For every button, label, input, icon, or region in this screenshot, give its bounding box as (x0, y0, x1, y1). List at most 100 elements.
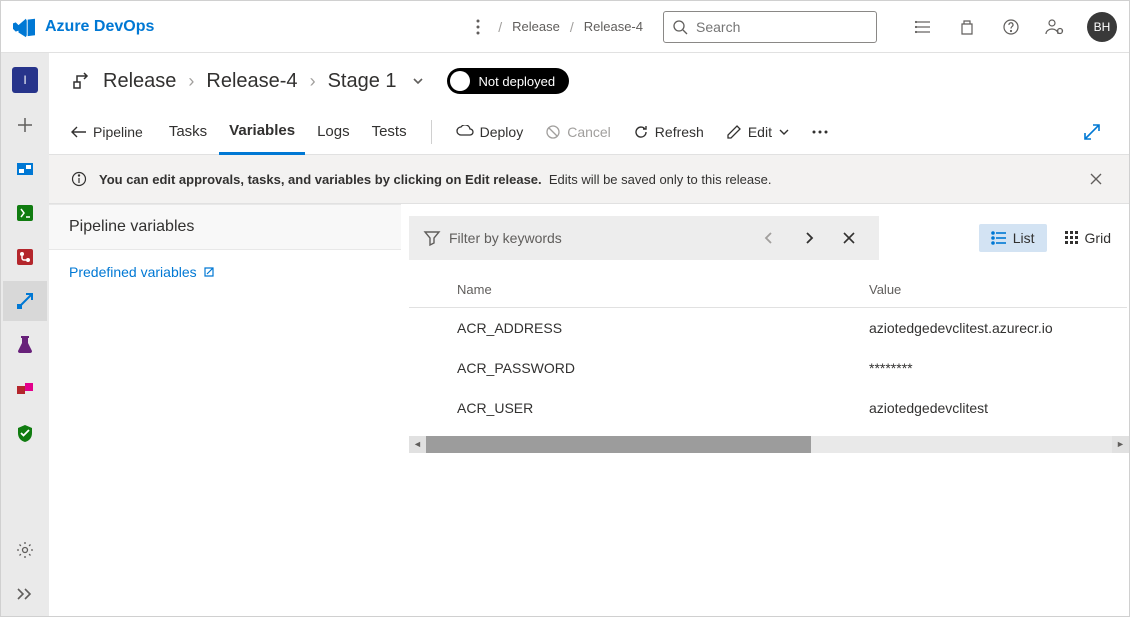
back-to-pipeline[interactable]: Pipeline (71, 124, 143, 140)
col-header-name[interactable]: Name (457, 282, 869, 297)
breadcrumb-release-4[interactable]: Release-4 (584, 19, 643, 34)
filter-next-icon[interactable] (793, 222, 825, 254)
pill-knob (450, 71, 470, 91)
nav-compliance[interactable] (3, 413, 47, 453)
main-content: Release › Release-4 › Stage 1 Not deploy… (49, 53, 1129, 616)
info-icon (71, 171, 87, 187)
toolbar-separator (431, 120, 432, 144)
deploy-status-text: Not deployed (479, 74, 556, 89)
deploy-button[interactable]: Deploy (446, 109, 534, 154)
predefined-variables-link[interactable]: Predefined variables (49, 250, 401, 294)
info-banner: You can edit approvals, tasks, and varia… (49, 155, 1129, 204)
banner-close-icon[interactable] (1085, 168, 1107, 190)
content-area: Pipeline variables Predefined variables … (49, 204, 1129, 616)
stage-separator: › (308, 71, 318, 92)
horizontal-scrollbar[interactable]: ◄ ► (409, 436, 1129, 453)
table-row[interactable]: ACR_ADDRESS aziotedgedevclitest.azurecr.… (409, 308, 1127, 348)
user-avatar[interactable]: BH (1087, 12, 1117, 42)
nav-test-plans[interactable] (3, 325, 47, 365)
view-toggle: List Grid (979, 224, 1129, 252)
more-actions-button[interactable] (802, 109, 838, 154)
nav-commits[interactable] (3, 237, 47, 277)
banner-bold: You can edit approvals, tasks, and varia… (99, 172, 542, 187)
search-icon (672, 19, 688, 35)
filter-box[interactable]: Filter by keywords (409, 216, 879, 260)
nav-collapse[interactable] (3, 574, 47, 614)
breadcrumb-release[interactable]: Release (512, 19, 560, 34)
nav-pipelines[interactable] (3, 281, 47, 321)
refresh-label: Refresh (655, 124, 704, 140)
predefined-variables-label: Predefined variables (69, 264, 197, 280)
table-row[interactable]: ACR_USER aziotedgedevclitest (409, 388, 1127, 428)
tab-bar: Pipeline Tasks Variables Logs Tests Depl… (49, 109, 1129, 155)
pipeline-label: Pipeline (93, 124, 143, 140)
user-settings-icon[interactable] (1035, 7, 1075, 47)
edit-button[interactable]: Edit (716, 109, 800, 154)
help-icon[interactable] (991, 7, 1031, 47)
cancel-label: Cancel (567, 124, 611, 140)
var-name: ACR_PASSWORD (457, 360, 869, 376)
fullscreen-icon[interactable] (1077, 123, 1107, 141)
crumb-stage-1[interactable]: Stage 1 (328, 70, 397, 93)
search-input[interactable] (696, 19, 868, 35)
banner-text: You can edit approvals, tasks, and varia… (99, 172, 771, 187)
deploy-status-pill: Not deployed (447, 68, 570, 94)
breadcrumb-separator: / (492, 19, 508, 35)
variables-table: Name Value ACR_ADDRESS aziotedgedevclite… (409, 272, 1129, 436)
filter-icon (423, 230, 441, 246)
stage-dropdown-icon[interactable] (407, 74, 429, 88)
tab-variables[interactable]: Variables (219, 110, 305, 155)
stage-bar: Release › Release-4 › Stage 1 Not deploy… (49, 53, 1129, 109)
breadcrumb-separator: / (564, 19, 580, 35)
table-header: Name Value (409, 272, 1127, 308)
edit-label: Edit (748, 124, 772, 140)
stage-separator: › (186, 71, 196, 92)
scroll-thumb[interactable] (426, 436, 811, 453)
filter-placeholder: Filter by keywords (449, 230, 745, 246)
var-value: aziotedgedevclitest.azurecr.io (869, 320, 1127, 336)
nav-add[interactable] (3, 105, 47, 145)
header-more-icon[interactable] (468, 19, 488, 35)
top-header: Azure DevOps / Release / Release-4 BH (1, 1, 1129, 53)
variables-area: Filter by keywords (401, 204, 1129, 616)
marketplace-icon[interactable] (947, 7, 987, 47)
list-label: List (1013, 230, 1035, 246)
cancel-button: Cancel (535, 109, 621, 154)
filter-prev-icon (753, 222, 785, 254)
pipeline-variables-heading[interactable]: Pipeline variables (49, 204, 401, 250)
scroll-left-arrow[interactable]: ◄ (409, 436, 426, 453)
var-name: ACR_USER (457, 400, 869, 416)
var-name: ACR_ADDRESS (457, 320, 869, 336)
crumb-release-4[interactable]: Release-4 (206, 70, 297, 93)
product-name: Azure DevOps (45, 18, 154, 36)
nav-boards[interactable] (3, 149, 47, 189)
variables-side-panel: Pipeline variables Predefined variables (49, 204, 401, 616)
col-header-value[interactable]: Value (869, 282, 1127, 297)
banner-rest: Edits will be saved only to this release… (549, 172, 772, 187)
scroll-right-arrow[interactable]: ► (1112, 436, 1129, 453)
crumb-release[interactable]: Release (103, 70, 176, 93)
filter-clear-icon[interactable] (833, 222, 865, 254)
search-box[interactable] (663, 11, 877, 43)
logo-area[interactable]: Azure DevOps (13, 16, 154, 38)
var-value: ******** (869, 360, 1127, 376)
nav-settings[interactable] (3, 530, 47, 570)
azure-devops-logo-icon (13, 16, 35, 38)
var-value: aziotedgedevclitest (869, 400, 1127, 416)
grid-label: Grid (1085, 230, 1111, 246)
tab-tests[interactable]: Tests (362, 109, 417, 154)
list-view-button[interactable]: List (979, 224, 1047, 252)
nav-repos[interactable] (3, 193, 47, 233)
filter-row: Filter by keywords (409, 204, 1129, 272)
tab-tasks[interactable]: Tasks (159, 109, 217, 154)
work-items-icon[interactable] (903, 7, 943, 47)
tab-logs[interactable]: Logs (307, 109, 360, 154)
project-tile[interactable]: I (12, 67, 38, 93)
nav-rail: I (1, 53, 49, 616)
refresh-button[interactable]: Refresh (623, 109, 714, 154)
deploy-label: Deploy (480, 124, 524, 140)
release-icon (71, 70, 93, 92)
nav-artifacts[interactable] (3, 369, 47, 409)
table-row[interactable]: ACR_PASSWORD ******** (409, 348, 1127, 388)
grid-view-button[interactable]: Grid (1053, 224, 1123, 252)
